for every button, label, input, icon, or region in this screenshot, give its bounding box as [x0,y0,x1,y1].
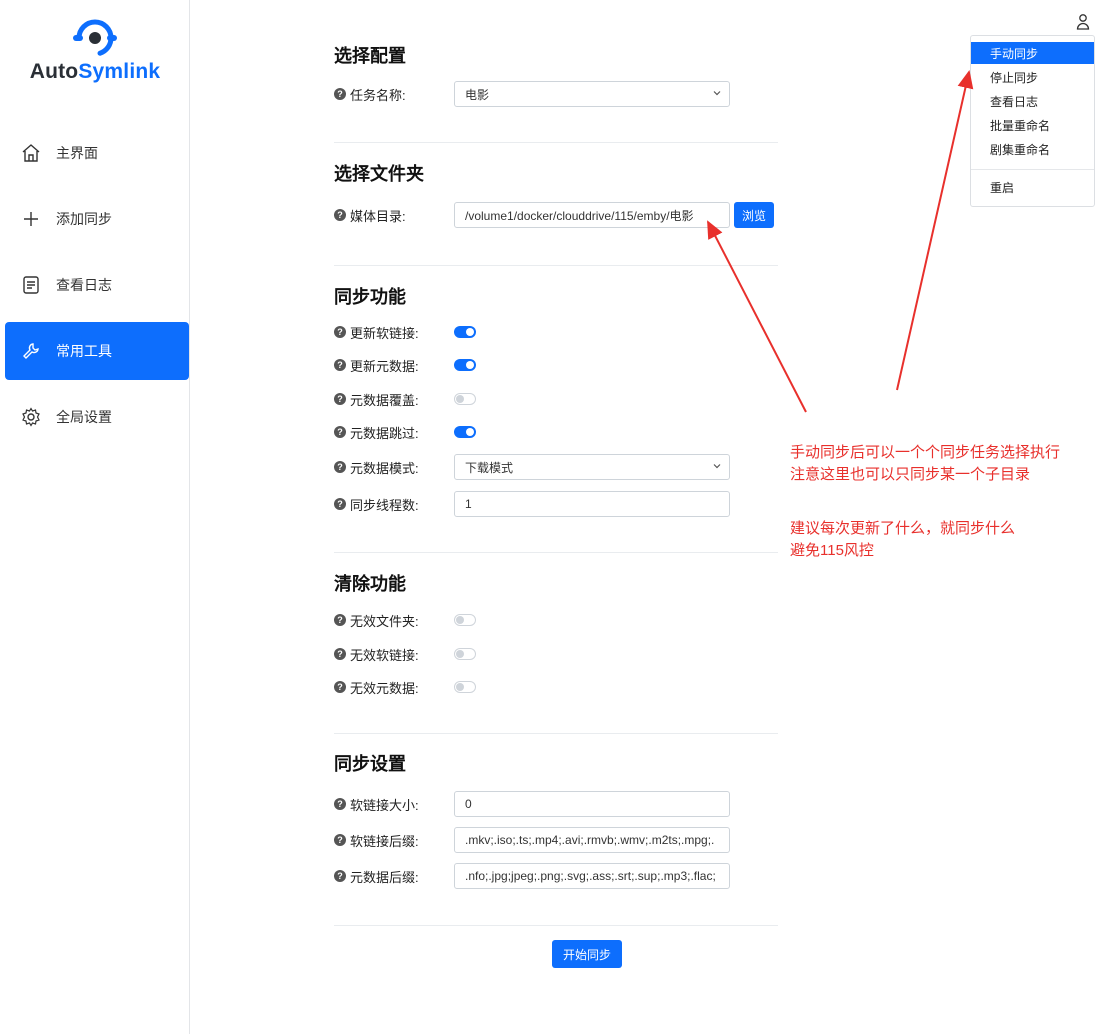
help-icon[interactable]: ? [334,393,346,405]
threads-input[interactable]: 1 [454,491,730,517]
help-icon[interactable]: ? [334,648,346,660]
help-icon[interactable]: ? [334,359,346,371]
task-name-select[interactable]: 电影 [454,81,730,107]
help-icon[interactable]: ? [334,209,346,221]
sidebar-item-view-log[interactable]: 查看日志 [5,256,189,314]
divider [334,552,778,553]
browse-button[interactable]: 浏览 [734,202,775,228]
menu-item-batch-rename[interactable]: 批量重命名 [971,114,1094,136]
start-sync-button[interactable]: 开始同步 [552,940,622,968]
annotation-arrow-media-dir [707,220,807,413]
invalid-folder-toggle[interactable] [454,614,476,626]
invalid-symlink-row: ? 无效软链接: [334,641,778,667]
menu-item-manual-sync[interactable]: 手动同步 [971,42,1094,64]
section-title-clean: 清除功能 [334,574,406,594]
invalid-folder-row: ? 无效文件夹: [334,607,778,633]
divider [334,265,778,266]
home-icon [20,142,42,164]
logo: AutoSymlink [0,18,190,84]
sidebar-item-label: 全局设置 [56,409,112,425]
symlink-size-input[interactable]: 0 [454,791,730,817]
help-icon[interactable]: ? [334,426,346,438]
meta-ext-input[interactable]: .nfo;.jpg;jpeg;.png;.svg;.ass;.srt;.sup;… [454,863,730,889]
user-icon[interactable] [1076,12,1090,32]
sidebar-nav: 主界面 添加同步 查看日志 常用工具 全局设置 [5,124,189,454]
update-meta-row: ? 更新元数据: [334,352,778,378]
media-dir-row: ? 媒体目录: /volume1/docker/clouddrive/115/em… [334,202,778,228]
annotation-text-1: 手动同步后可以一个个同步任务选择执行 [790,444,1061,461]
symlink-size-row: ? 软链接大小: 0 [334,791,778,817]
plus-icon [20,208,42,230]
meta-skip-toggle[interactable] [454,426,476,438]
sidebar-item-home[interactable]: 主界面 [5,124,189,182]
annotation-text-4: 避免115风控 [790,542,874,559]
help-icon[interactable]: ? [334,326,346,338]
sidebar-item-tools[interactable]: 常用工具 [5,322,189,380]
section-title-sync: 同步功能 [334,287,406,307]
sidebar-item-label: 常用工具 [56,343,112,359]
sidebar-item-global-settings[interactable]: 全局设置 [5,388,189,446]
help-icon[interactable]: ? [334,498,346,510]
meta-ext-row: ? 元数据后缀: .nfo;.jpg;jpeg;.png;.svg;.ass;.s… [334,863,778,889]
help-icon[interactable]: ? [334,798,346,810]
log-icon [20,274,42,296]
wrench-icon [20,340,42,362]
chevron-down-icon [713,464,721,469]
threads-row: ? 同步线程数: 1 [334,491,778,517]
meta-overwrite-toggle[interactable] [454,393,476,405]
menu-item-stop-sync[interactable]: 停止同步 [971,66,1094,88]
meta-mode-row: ? 元数据模式: 下载模式 [334,454,778,480]
help-icon[interactable]: ? [334,834,346,846]
sidebar-item-label: 查看日志 [56,277,112,293]
logo-icon [73,19,117,57]
menu-item-view-log[interactable]: 查看日志 [971,90,1094,112]
sidebar-item-add-sync[interactable]: 添加同步 [5,190,189,248]
menu-item-episode-rename[interactable]: 剧集重命名 [971,138,1094,160]
meta-overwrite-row: ? 元数据覆盖: [334,386,778,412]
update-symlink-row: ? 更新软链接: [334,319,778,345]
help-icon[interactable]: ? [334,461,346,473]
logo-text: AutoSymlink [29,60,161,83]
annotation-text-2: 注意这里也可以只同步某一个子目录 [790,466,1031,483]
sidebar-item-label: 添加同步 [56,211,112,227]
annotation-text-3: 建议每次更新了什么，就同步什么 [790,520,1016,537]
sidebar-item-label: 主界面 [56,145,98,161]
section-title-config: 选择配置 [334,46,406,66]
annotation-arrow-manual-sync [896,70,974,391]
divider [334,142,778,143]
section-title-settings: 同步设置 [334,754,406,774]
chevron-down-icon [713,91,721,96]
update-symlink-toggle[interactable] [454,326,476,338]
help-icon[interactable]: ? [334,614,346,626]
update-meta-toggle[interactable] [454,359,476,371]
menu-item-restart[interactable]: 重启 [971,176,1094,198]
meta-skip-row: ? 元数据跳过: [334,419,778,445]
task-name-row: ? 任务名称: 电影 [334,81,778,107]
invalid-symlink-toggle[interactable] [454,648,476,660]
gear-icon [20,406,42,428]
symlink-ext-row: ? 软链接后缀: .mkv;.iso;.ts;.mp4;.avi;.rmvb;.w… [334,827,778,853]
divider [334,733,778,734]
help-icon[interactable]: ? [334,681,346,693]
section-title-folder: 选择文件夹 [334,164,424,184]
divider [334,925,778,926]
help-icon[interactable]: ? [334,88,346,100]
symlink-ext-input[interactable]: .mkv;.iso;.ts;.mp4;.avi;.rmvb;.wmv;.m2ts… [454,827,730,853]
menu-divider [971,169,1094,170]
sidebar: AutoSymlink 主界面 添加同步 查看日志 常用工具 全局设置 [0,0,190,1034]
user-dropdown-menu: 手动同步 停止同步 查看日志 批量重命名 剧集重命名 重启 [970,35,1095,207]
invalid-meta-row: ? 无效元数据: [334,674,778,700]
help-icon[interactable]: ? [334,870,346,882]
invalid-meta-toggle[interactable] [454,681,476,693]
media-dir-input[interactable]: /volume1/docker/clouddrive/115/emby/电影 [454,202,730,228]
meta-mode-select[interactable]: 下载模式 [454,454,730,480]
